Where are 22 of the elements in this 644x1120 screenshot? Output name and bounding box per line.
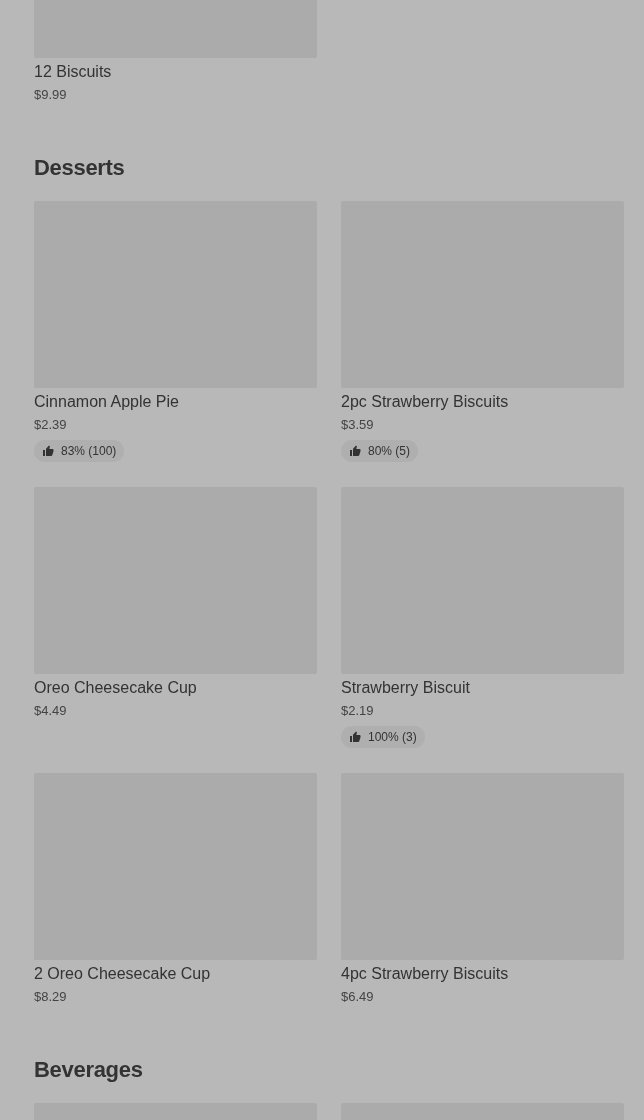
- item-name[interactable]: Strawberry Biscuit: [341, 678, 624, 698]
- item-name[interactable]: Cinnamon Apple Pie: [34, 392, 317, 412]
- item-name[interactable]: 2pc Strawberry Biscuits: [341, 392, 624, 412]
- item-name[interactable]: 2 Oreo Cheesecake Cup: [34, 964, 317, 984]
- item-price: $4.49: [34, 702, 68, 720]
- rating-text: 80% (5): [368, 444, 411, 458]
- item-price: $9.99: [34, 86, 68, 104]
- thumbs-up-icon: [349, 445, 361, 457]
- item-price: $8.29: [34, 988, 68, 1006]
- rating-text: 83% (100): [61, 444, 117, 458]
- item-price: $3.59: [341, 416, 375, 434]
- item-name[interactable]: 4pc Strawberry Biscuits: [341, 964, 624, 984]
- section-heading: Desserts: [34, 154, 126, 182]
- item-name[interactable]: Oreo Cheesecake Cup: [34, 678, 317, 698]
- thumbs-up-icon: [42, 445, 54, 457]
- section-heading: Beverages: [34, 1056, 144, 1084]
- item-price: $6.49: [341, 988, 375, 1006]
- item-price: $2.39: [34, 416, 68, 434]
- rating-text: 100% (3): [368, 730, 417, 744]
- thumbs-up-icon: [349, 731, 361, 743]
- item-price: $2.19: [341, 702, 375, 720]
- item-name[interactable]: 12 Biscuits: [34, 62, 317, 82]
